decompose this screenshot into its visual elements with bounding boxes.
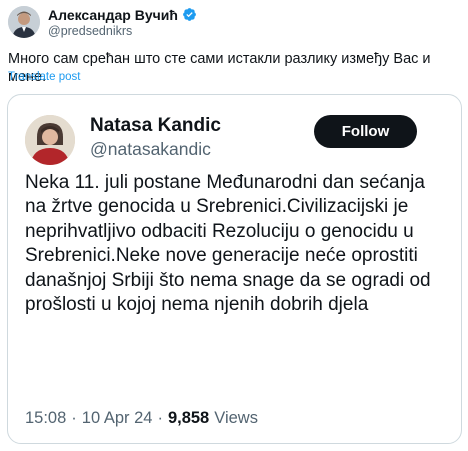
meta-separator: · xyxy=(157,409,163,427)
verified-badge-icon xyxy=(183,8,196,21)
quoted-author-name[interactable]: Natasa Kandic xyxy=(90,115,221,137)
post-time[interactable]: 15:08 xyxy=(25,409,66,428)
translate-post-link[interactable]: Translate post xyxy=(8,71,80,83)
author-handle[interactable]: @predsednikrs xyxy=(48,24,197,38)
avatar-image xyxy=(8,6,40,38)
post-header: Александар Вучић @predsednikrs xyxy=(8,6,197,38)
follow-button[interactable]: Follow xyxy=(314,115,417,148)
post-date[interactable]: 10 Apr 24 xyxy=(82,409,153,428)
quoted-avatar-image xyxy=(25,115,75,165)
views-count: 9,858 xyxy=(167,409,210,427)
author-name[interactable]: Александар Вучић xyxy=(48,7,178,23)
meta-separator: · xyxy=(71,409,77,427)
views-label: Views xyxy=(214,409,258,427)
avatar[interactable] xyxy=(8,6,40,38)
quoted-author-handle[interactable]: @natasakandic xyxy=(90,139,211,160)
quoted-post-text: Neka 11. juli postane Međunarodni dan se… xyxy=(25,172,431,316)
quoted-post-meta: 15:08 · 10 Apr 24 · 9,858 Views xyxy=(25,409,258,428)
quoted-avatar[interactable] xyxy=(25,115,75,165)
quoted-post-card[interactable]: Natasa Kandic @natasakandic Follow Neka … xyxy=(7,94,462,444)
